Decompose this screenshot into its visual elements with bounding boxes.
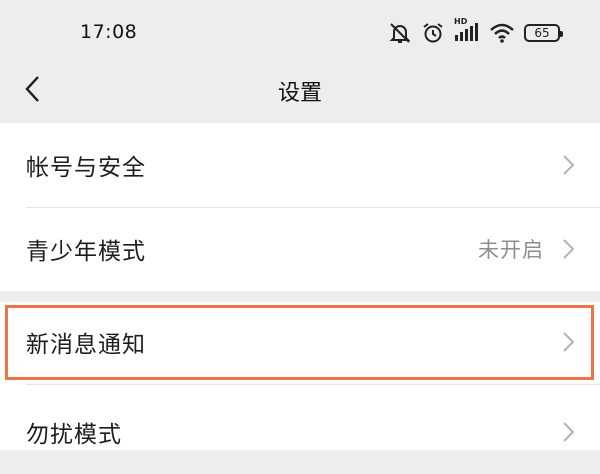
- nav-bar: 设置: [0, 62, 600, 120]
- battery-icon: 65: [524, 24, 563, 42]
- chevron-right-icon: [562, 238, 576, 260]
- settings-item-value: 未开启: [478, 238, 544, 262]
- network-label: HD: [454, 17, 468, 26]
- chevron-right-icon: [562, 421, 576, 443]
- divider: [26, 384, 600, 385]
- status-icons: HD 65: [388, 17, 563, 47]
- status-time: 17:08: [80, 21, 138, 43]
- chevron-right-icon: [562, 331, 576, 353]
- settings-group-2: 新消息通知 勿扰模式: [0, 302, 600, 450]
- wifi-icon: [489, 21, 515, 45]
- settings-item-teen-mode[interactable]: 青少年模式 未开启: [0, 207, 600, 291]
- settings-item-label: 新消息通知: [26, 332, 146, 358]
- settings-item-label: 勿扰模式: [26, 422, 122, 448]
- settings-group-1: 帐号与安全 青少年模式 未开启: [0, 123, 600, 291]
- page-title: 设置: [277, 81, 322, 106]
- alarm-icon: [421, 21, 445, 45]
- mute-icon: [388, 21, 412, 45]
- settings-item-label: 青少年模式: [26, 239, 146, 265]
- status-bar: 17:08 HD 65: [0, 0, 600, 62]
- battery-level: 65: [534, 26, 550, 40]
- settings-item-new-message-notification[interactable]: 新消息通知: [0, 302, 600, 382]
- settings-item-account-security[interactable]: 帐号与安全: [0, 123, 600, 207]
- chevron-right-icon: [562, 154, 576, 176]
- signal-icon: HD: [454, 17, 480, 45]
- settings-item-label: 帐号与安全: [26, 155, 146, 181]
- settings-item-do-not-disturb[interactable]: 勿扰模式: [0, 390, 600, 474]
